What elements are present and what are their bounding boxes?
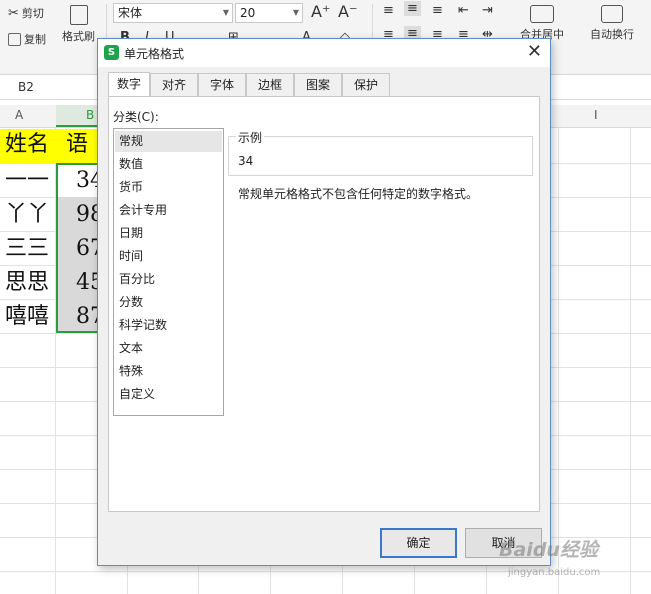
sample-value: 34: [238, 154, 254, 168]
format-painter-button[interactable]: 格式刷: [62, 5, 95, 44]
merge-center-button[interactable]: 合并居中: [520, 5, 564, 42]
name-cell[interactable]: 思思: [0, 267, 55, 299]
cut-button[interactable]: ✂ 剪切: [8, 5, 44, 21]
category-item-percentage[interactable]: 百分比: [115, 269, 222, 290]
category-item-scientific[interactable]: 科学记数: [115, 315, 222, 336]
name-cell[interactable]: 嘻嘻: [0, 301, 55, 333]
ok-button[interactable]: 确定: [380, 528, 457, 558]
category-item-number[interactable]: 数值: [115, 154, 222, 175]
category-item-custom[interactable]: 自定义: [115, 384, 222, 405]
format-description: 常规单元格格式不包含任何特定的数字格式。: [238, 187, 479, 201]
category-item-accounting[interactable]: 会计专用: [115, 200, 222, 221]
column-header-b-label: B: [86, 108, 95, 122]
sample-label: 示例: [236, 129, 265, 146]
wrap-text-icon: [601, 5, 623, 23]
font-size-select[interactable]: 20 ▼: [235, 3, 303, 23]
tab-pattern[interactable]: 图案: [294, 73, 342, 96]
header-cell-subject[interactable]: 语: [56, 129, 100, 163]
chevron-down-icon: ▼: [292, 8, 299, 17]
copy-icon: [8, 32, 21, 46]
dialog-title: 单元格格式: [124, 47, 185, 61]
baidu-watermark-url: jingyan.baidu.com: [508, 567, 601, 578]
category-item-time[interactable]: 时间: [115, 246, 222, 267]
indent-decrease-icon[interactable]: ⇤: [458, 3, 469, 18]
column-header-a[interactable]: A: [15, 108, 23, 122]
sample-box: [228, 136, 533, 176]
tab-protection[interactable]: 保护: [342, 73, 390, 96]
cell-selection-border: [56, 163, 100, 333]
name-cell[interactable]: 丫丫: [0, 199, 55, 231]
tab-font[interactable]: 字体: [198, 73, 246, 96]
tab-number[interactable]: 数字: [108, 72, 150, 97]
chevron-down-icon: ▼: [222, 8, 229, 17]
decrease-font-icon[interactable]: A⁻: [338, 2, 357, 21]
align-top-icon[interactable]: ≡: [383, 3, 394, 18]
name-cell[interactable]: 三三: [0, 233, 55, 265]
header-cell-name[interactable]: 姓名: [0, 129, 55, 163]
category-list[interactable]: 常规 数值 货币 会计专用 日期 时间 百分比 分数 科学记数 文本 特殊 自定…: [113, 128, 224, 416]
tab-alignment[interactable]: 对齐: [150, 73, 198, 96]
name-box[interactable]: B2: [0, 75, 60, 99]
scissors-icon: ✂: [8, 5, 19, 21]
category-label: 分类(C):: [113, 110, 159, 124]
baidu-watermark: Baidu经验: [499, 539, 598, 561]
category-item-fraction[interactable]: 分数: [115, 292, 222, 313]
wrap-text-button[interactable]: 自动换行: [590, 5, 634, 42]
category-item-general[interactable]: 常规: [115, 131, 222, 152]
category-item-special[interactable]: 特殊: [115, 361, 222, 382]
align-middle-icon[interactable]: ≡: [404, 1, 421, 16]
font-name-select[interactable]: 宋体 ▼: [113, 3, 233, 23]
dialog-titlebar[interactable]: S 单元格格式 ✕: [98, 39, 550, 67]
tab-border[interactable]: 边框: [246, 73, 294, 96]
brush-icon: [69, 5, 88, 25]
format-cells-dialog: S 单元格格式 ✕ 数字 对齐 字体 边框 图案 保护 分类(C): 常规 数值…: [97, 38, 551, 566]
indent-increase-icon[interactable]: ⇥: [482, 3, 493, 18]
category-item-currency[interactable]: 货币: [115, 177, 222, 198]
name-cell[interactable]: 一一: [0, 165, 55, 197]
copy-button[interactable]: 复制: [8, 31, 46, 47]
column-header-i[interactable]: I: [594, 108, 598, 122]
increase-font-icon[interactable]: A⁺: [311, 2, 330, 21]
category-item-date[interactable]: 日期: [115, 223, 222, 244]
align-bottom-icon[interactable]: ≡: [432, 3, 443, 18]
close-icon[interactable]: ✕: [527, 41, 542, 62]
wps-logo-icon: S: [104, 45, 119, 60]
merge-icon: [530, 5, 554, 23]
category-item-text[interactable]: 文本: [115, 338, 222, 359]
